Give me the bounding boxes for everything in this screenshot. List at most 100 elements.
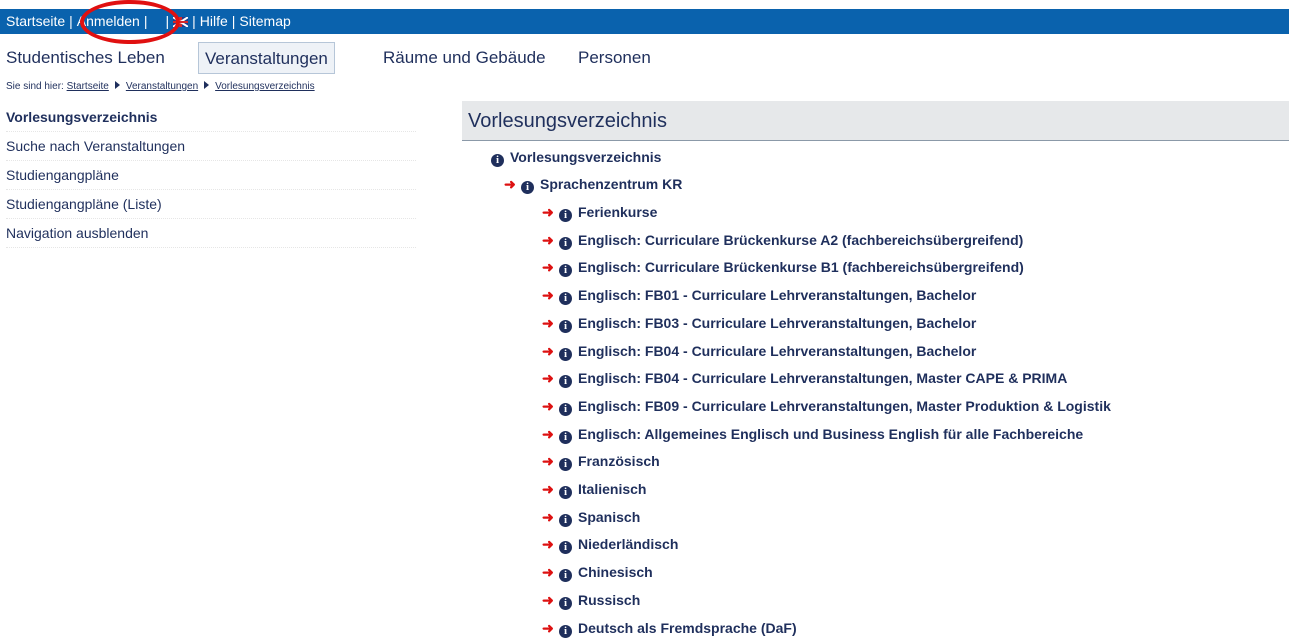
info-icon[interactable]: i (559, 569, 572, 583)
tree-child-item: ➜ i Niederländisch (542, 531, 678, 558)
info-icon[interactable]: i (559, 596, 572, 610)
tree-child-label[interactable]: Englisch: FB04 - Curriculare Lehrveranst… (578, 343, 976, 359)
info-icon[interactable]: i (559, 458, 572, 472)
expand-arrow-icon[interactable]: ➜ (542, 587, 556, 614)
breadcrumb-startseite[interactable]: Startseite (67, 81, 109, 92)
expand-arrow-icon[interactable]: ➜ (542, 393, 556, 420)
sidebar-item-studiengangplaene-liste[interactable]: Studiengangpläne (Liste) (6, 190, 416, 219)
tree-child-item: ➜ i Französisch (542, 448, 660, 475)
sidebar-item-vorlesungsverzeichnis[interactable]: Vorlesungsverzeichnis (6, 103, 416, 132)
expand-arrow-icon[interactable]: ➜ (542, 199, 556, 226)
tree-child-item: ➜ i Spanisch (542, 504, 640, 531)
sidebar-item-studiengangplaene[interactable]: Studiengangpläne (6, 161, 416, 190)
expand-arrow-icon[interactable]: ➜ (542, 421, 556, 448)
tree-child-label[interactable]: Englisch: FB04 - Curriculare Lehrveranst… (578, 370, 1067, 386)
tree-child-label[interactable]: Italienisch (578, 481, 646, 497)
info-icon[interactable]: i (491, 154, 504, 167)
info-icon[interactable]: i (559, 292, 572, 306)
tree-child-item: ➜ i Italienisch (542, 476, 646, 503)
tree-child-label[interactable]: Englisch: FB01 - Curriculare Lehrveranst… (578, 287, 976, 303)
expand-arrow-icon[interactable]: ➜ (542, 615, 556, 642)
separator: | (231, 13, 236, 29)
info-icon[interactable]: i (559, 209, 572, 222)
nav-veranstaltungen[interactable]: Veranstaltungen (198, 42, 335, 74)
breadcrumb-vorlesungsverzeichnis[interactable]: Vorlesungsverzeichnis (215, 81, 315, 92)
info-icon[interactable]: i (521, 181, 534, 194)
sidebar: Vorlesungsverzeichnis Suche nach Veranst… (6, 103, 416, 248)
tree-root: i Vorlesungsverzeichnis (488, 144, 661, 171)
tree-section-label[interactable]: Sprachenzentrum KR (540, 176, 682, 192)
tree-child-item: ➜ i Englisch: FB09 - Curriculare Lehrveran… (542, 393, 1111, 420)
breadcrumb-prefix: Sie sind hier: (6, 81, 64, 92)
separator: | (69, 13, 73, 29)
expand-arrow-icon[interactable]: ➜ (542, 338, 556, 365)
expand-arrow-icon[interactable]: ➜ (504, 171, 518, 198)
tree-child-item: ➜ i Englisch: Allgemeines Englisch und Bus… (542, 421, 1083, 448)
tree-child-label[interactable]: Deutsch als Fremdsprache (DaF) (578, 620, 797, 636)
tree-child-item: ➜ i Ferienkurse (542, 199, 657, 226)
tree-section: ➜ i Sprachenzentrum KR (504, 171, 682, 198)
tree-child-label[interactable]: Englisch: FB03 - Curriculare Lehrveranst… (578, 315, 976, 331)
expand-arrow-icon[interactable]: ➜ (542, 227, 556, 254)
tree-child-item: ➜ i Deutsch als Fremdsprache (DaF) (542, 615, 797, 642)
info-icon[interactable]: i (559, 624, 572, 638)
tree-child-label[interactable]: Englisch: Curriculare Brückenkurse A2 (f… (578, 232, 1023, 248)
tree-child-label[interactable]: Spanisch (578, 509, 640, 525)
separator: | (143, 13, 148, 29)
tree-child-label[interactable]: Englisch: Allgemeines Englisch und Busin… (578, 426, 1083, 442)
info-icon[interactable]: i (559, 402, 572, 416)
tree-child-item: ➜ i Englisch: Curriculare Brückenkurse A2 … (542, 227, 1023, 254)
info-icon[interactable]: i (559, 430, 572, 444)
expand-arrow-icon[interactable]: ➜ (542, 531, 556, 558)
expand-arrow-icon[interactable]: ➜ (542, 476, 556, 503)
tree-child-item: ➜ i Englisch: FB04 - Curriculare Lehrveran… (542, 338, 976, 365)
info-icon[interactable]: i (559, 375, 572, 389)
breadcrumb-arrow-icon (204, 81, 210, 89)
tree-child-label[interactable]: Englisch: Curriculare Brückenkurse B1 (f… (578, 259, 1024, 275)
info-icon[interactable]: i (559, 319, 572, 333)
panel-title: Vorlesungsverzeichnis (462, 101, 1289, 141)
expand-arrow-icon[interactable]: ➜ (542, 365, 556, 392)
tree-child-label[interactable]: Ferienkurse (578, 204, 657, 220)
sidebar-item-navigation-ausblenden[interactable]: Navigation ausblenden (6, 219, 416, 248)
separator: | (192, 13, 196, 29)
expand-arrow-icon[interactable]: ➜ (542, 448, 556, 475)
info-icon[interactable]: i (559, 486, 572, 499)
startseite-link[interactable]: Startseite (6, 13, 65, 29)
info-icon[interactable]: i (559, 347, 572, 361)
info-icon[interactable]: i (559, 236, 572, 250)
tree-child-label[interactable]: Niederländisch (578, 536, 678, 552)
hilfe-link[interactable]: Hilfe (200, 13, 228, 29)
breadcrumb: Sie sind hier: Startseite Veranstaltungen… (6, 81, 315, 92)
tree-child-item: ➜ i Chinesisch (542, 559, 653, 586)
tree-child-label[interactable]: Russisch (578, 592, 640, 608)
uk-flag-icon[interactable] (173, 17, 189, 27)
tree-child-label[interactable]: Französisch (578, 453, 660, 469)
tree-child-item: ➜ i Englisch: FB01 - Curriculare Lehrveran… (542, 282, 976, 309)
expand-arrow-icon[interactable]: ➜ (542, 282, 556, 309)
tree-child-item: ➜ i Englisch: FB04 - Curriculare Lehrveran… (542, 365, 1067, 392)
breadcrumb-veranstaltungen[interactable]: Veranstaltungen (126, 81, 198, 92)
nav-raeume-und-gebaeude[interactable]: Räume und Gebäude (383, 42, 546, 74)
tree-child-item: ➜ i Russisch (542, 587, 640, 614)
nav-studentisches-leben[interactable]: Studentisches Leben (6, 42, 165, 74)
tree-child-item: ➜ i Englisch: Curriculare Brückenkurse B1 … (542, 254, 1024, 281)
tree-child-label[interactable]: Chinesisch (578, 564, 653, 580)
info-icon[interactable]: i (559, 541, 572, 555)
info-icon[interactable]: i (559, 513, 572, 527)
tree-child-label[interactable]: Englisch: FB09 - Curriculare Lehrveranst… (578, 398, 1111, 414)
expand-arrow-icon[interactable]: ➜ (542, 254, 556, 281)
content-panel: Vorlesungsverzeichnis i Vorlesungsverzeic… (462, 101, 1289, 638)
breadcrumb-arrow-icon (114, 81, 120, 89)
anmelden-link[interactable]: Anmelden (77, 13, 140, 29)
info-icon[interactable]: i (559, 264, 572, 278)
expand-arrow-icon[interactable]: ➜ (542, 310, 556, 337)
tree-root-label[interactable]: Vorlesungsverzeichnis (510, 149, 661, 165)
sitemap-link[interactable]: Sitemap (239, 13, 290, 29)
sidebar-item-suche[interactable]: Suche nach Veranstaltungen (6, 132, 416, 161)
nav-personen[interactable]: Personen (578, 42, 651, 74)
tree-child-item: ➜ i Englisch: FB03 - Curriculare Lehrveran… (542, 310, 976, 337)
separator: | (165, 13, 170, 29)
expand-arrow-icon[interactable]: ➜ (542, 559, 556, 586)
expand-arrow-icon[interactable]: ➜ (542, 504, 556, 531)
